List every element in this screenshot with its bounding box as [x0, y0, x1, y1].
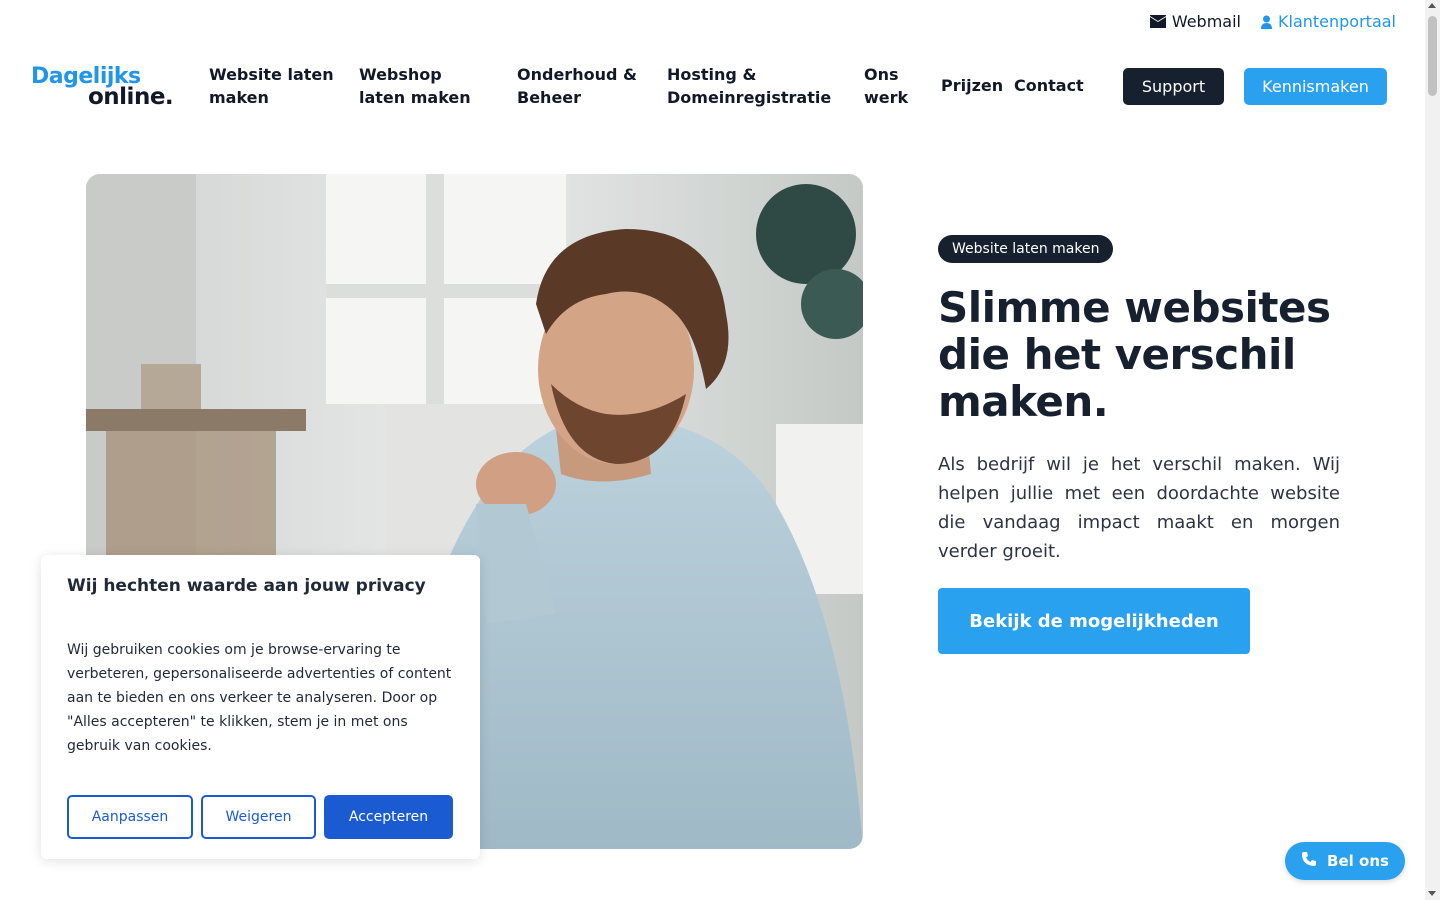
bekijk-mogelijkheden-button[interactable]: Bekijk de mogelijkheden [938, 588, 1250, 654]
user-icon [1261, 15, 1272, 29]
phone-icon [1301, 851, 1317, 871]
nav-item-hosting-domeinregistratie[interactable]: Hosting & Domeinregistratie [667, 63, 847, 109]
nav-item-ons-werk[interactable]: Ons werk [864, 63, 924, 109]
hero-title: Slimme websites die het verschil maken. [938, 283, 1331, 426]
bel-ons-label: Bel ons [1327, 852, 1389, 870]
scroll-down-arrow[interactable] [1428, 891, 1436, 896]
webmail-link[interactable]: Webmail [1149, 12, 1241, 31]
scroll-up-arrow[interactable] [1428, 3, 1436, 8]
klantenportaal-link[interactable]: Klantenportaal [1261, 12, 1396, 31]
nav-item-contact[interactable]: Contact [1014, 74, 1084, 97]
nav-item-prijzen[interactable]: Prijzen [941, 74, 1003, 97]
nav-item-onderhoud-beheer[interactable]: Onderhoud & Beheer [517, 63, 642, 109]
scrollbar-thumb[interactable] [1428, 16, 1437, 96]
logo-line-2: online. [88, 84, 174, 110]
hero-body-text: Als bedrijf wil je het verschil maken. W… [938, 454, 1340, 562]
cookie-customize-button[interactable]: Aanpassen [67, 795, 193, 839]
envelope-icon [1149, 15, 1166, 28]
nav-item-webshop-laten-maken[interactable]: Webshop laten maken [359, 63, 489, 109]
webmail-label: Webmail [1171, 12, 1241, 31]
support-button[interactable]: Support [1123, 68, 1224, 105]
logo[interactable]: Dagelijks online. [31, 64, 176, 112]
bel-ons-button[interactable]: Bel ons [1285, 842, 1405, 880]
cookie-body: Wij gebruiken cookies om je browse-ervar… [67, 642, 452, 754]
klantenportaal-label: Klantenportaal [1278, 12, 1396, 31]
page-scrollbar[interactable] [1425, 0, 1440, 900]
nav-item-website-laten-maken[interactable]: Website laten maken [209, 63, 339, 109]
cookie-consent-dialog: Wij hechten waarde aan jouw privacy Wij … [41, 555, 480, 859]
cookie-reject-button[interactable]: Weigeren [201, 795, 316, 839]
cookie-title: Wij hechten waarde aan jouw privacy [67, 576, 426, 596]
hero-badge: Website laten maken [938, 235, 1114, 263]
kennismaken-button[interactable]: Kennismaken [1244, 68, 1387, 105]
utility-bar: Webmail Klantenportaal [1149, 12, 1396, 31]
cookie-accept-button[interactable]: Accepteren [324, 795, 453, 839]
